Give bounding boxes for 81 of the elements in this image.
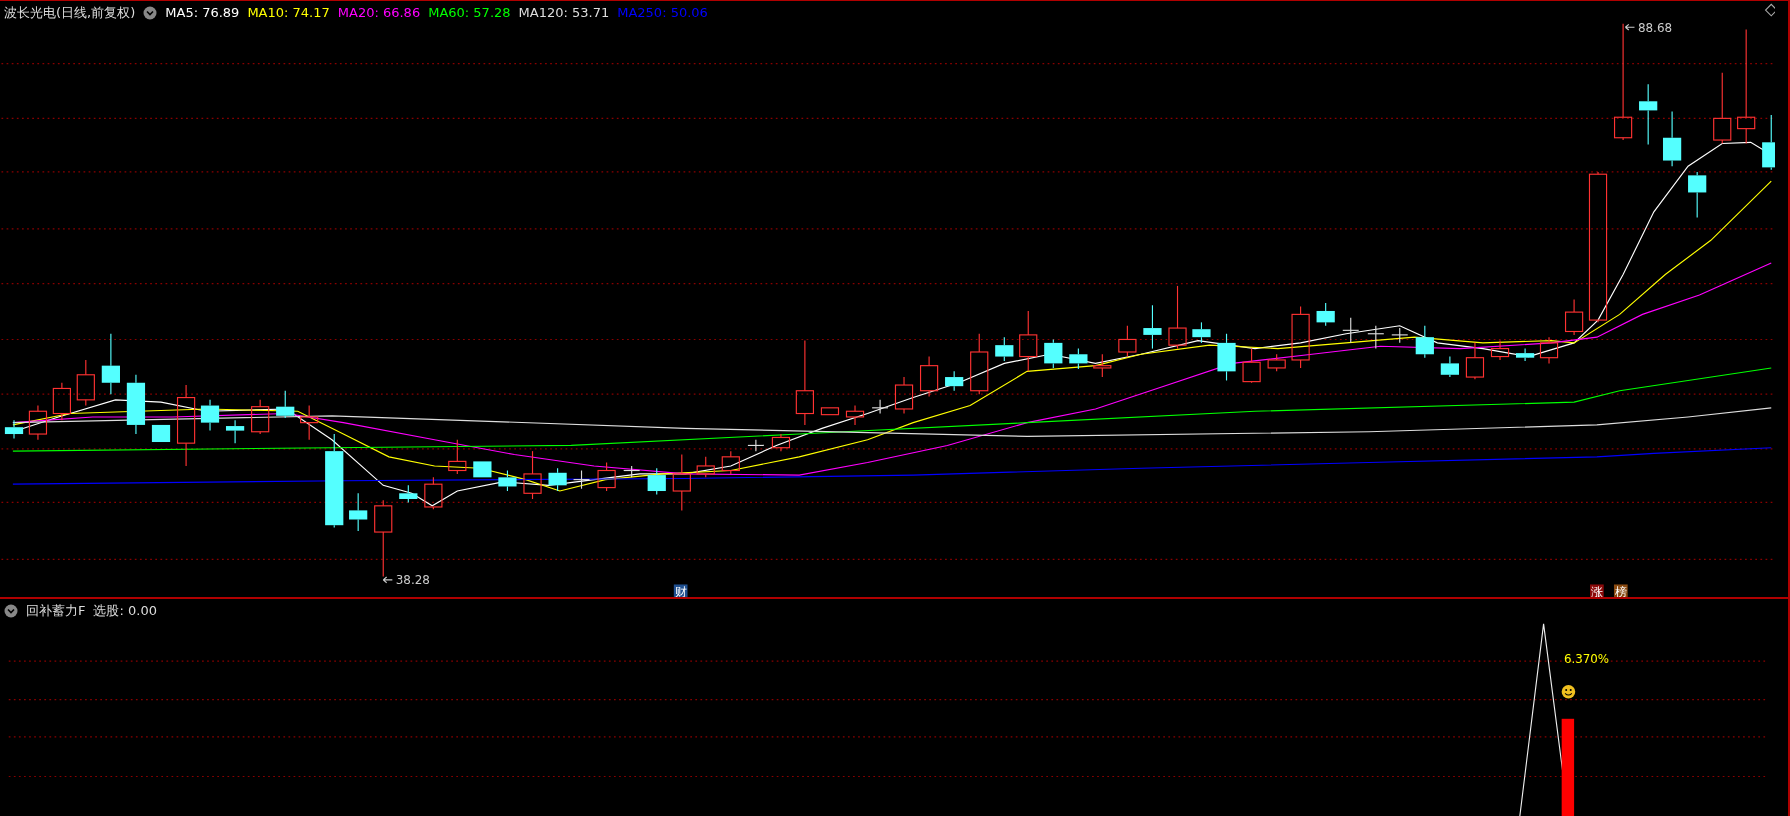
candlestick <box>995 336 1014 362</box>
candlestick <box>845 405 865 426</box>
high-price-label: 88.68 <box>1624 20 1673 35</box>
candlestick <box>1762 114 1775 171</box>
candlestick <box>1019 310 1038 372</box>
candlestick <box>300 405 319 441</box>
candlestick <box>498 469 517 492</box>
candlestick <box>52 382 71 421</box>
candlestick <box>1069 348 1088 370</box>
candlestick <box>1639 83 1658 146</box>
candlestick <box>473 460 492 478</box>
moving-average-label: MA250: 50.06 <box>617 4 708 22</box>
candlestick <box>200 399 220 432</box>
dropdown-icon[interactable] <box>4 603 18 618</box>
candlestick <box>1044 338 1063 369</box>
candlestick <box>1663 110 1682 167</box>
low-price-label: 38.28 <box>382 573 430 588</box>
candlestick <box>721 450 740 475</box>
candlestick <box>1539 336 1559 364</box>
candlestick <box>4 419 24 440</box>
candlestick <box>548 467 567 492</box>
candlestick <box>1093 353 1112 378</box>
candlestick <box>672 454 691 511</box>
candlestick <box>1316 302 1335 327</box>
candlestick <box>1688 171 1707 219</box>
candlestick <box>101 333 120 395</box>
candlestick <box>448 439 467 475</box>
candlestick <box>151 424 171 443</box>
candlestick <box>1242 348 1261 384</box>
candlestick <box>696 456 715 478</box>
candlestick <box>623 465 641 478</box>
moving-average-label: MA20: 66.86 <box>337 4 421 22</box>
candlestick <box>1565 299 1584 336</box>
candlestick <box>1490 340 1510 361</box>
candlestick <box>1391 327 1409 344</box>
candlestick <box>76 359 95 407</box>
candlestick <box>424 476 443 510</box>
candlestick <box>523 450 542 500</box>
candlestick <box>1713 72 1732 144</box>
percent-label: 6.370% <box>1563 652 1610 667</box>
candlestick <box>349 492 368 532</box>
diamond-icon[interactable] <box>1764 3 1775 17</box>
candlestick <box>1291 305 1310 369</box>
moving-average-label: MA5: 76.89 <box>165 4 240 22</box>
candlestick <box>1143 304 1162 350</box>
candlestick <box>1440 356 1459 378</box>
smiley-icon <box>1561 684 1576 699</box>
moving-average-label: MA10: 74.17 <box>247 4 330 22</box>
moving-average-label: MA60: 57.28 <box>428 4 511 22</box>
candlestick <box>970 333 989 395</box>
moving-average-label: MA120: 53.71 <box>518 4 610 22</box>
candlestick <box>1516 348 1535 362</box>
candlestick <box>871 399 889 415</box>
candlestick <box>820 407 840 416</box>
candlestick <box>1267 353 1286 372</box>
candlestick <box>647 467 666 495</box>
candlestick <box>597 461 616 492</box>
candlestick <box>251 399 270 435</box>
candlestick <box>747 439 765 452</box>
candlestick <box>771 433 791 452</box>
candlestick <box>945 370 964 392</box>
candlestick <box>276 390 295 419</box>
candlestick <box>894 376 914 415</box>
candlestick <box>1217 333 1236 382</box>
indicator-title: 回补蓄力F <box>26 602 86 620</box>
stock-title: 波长光电(日线,前复权) <box>4 4 136 22</box>
candlestick <box>1168 285 1187 350</box>
candlestick <box>1367 325 1385 350</box>
candlestick <box>919 356 939 397</box>
candlestick <box>225 419 245 444</box>
candlestick <box>399 484 418 503</box>
candlestick <box>1192 321 1211 344</box>
dropdown-icon[interactable] <box>143 5 158 20</box>
candlestick <box>1342 317 1360 344</box>
candlestick <box>572 469 591 490</box>
candlestick <box>1415 325 1434 359</box>
indicator-reading: 选股: 0.00 <box>93 602 157 620</box>
candlestick <box>28 405 48 441</box>
candlestick <box>1118 325 1137 358</box>
candlestick <box>1465 342 1485 380</box>
candlestick <box>126 374 146 435</box>
